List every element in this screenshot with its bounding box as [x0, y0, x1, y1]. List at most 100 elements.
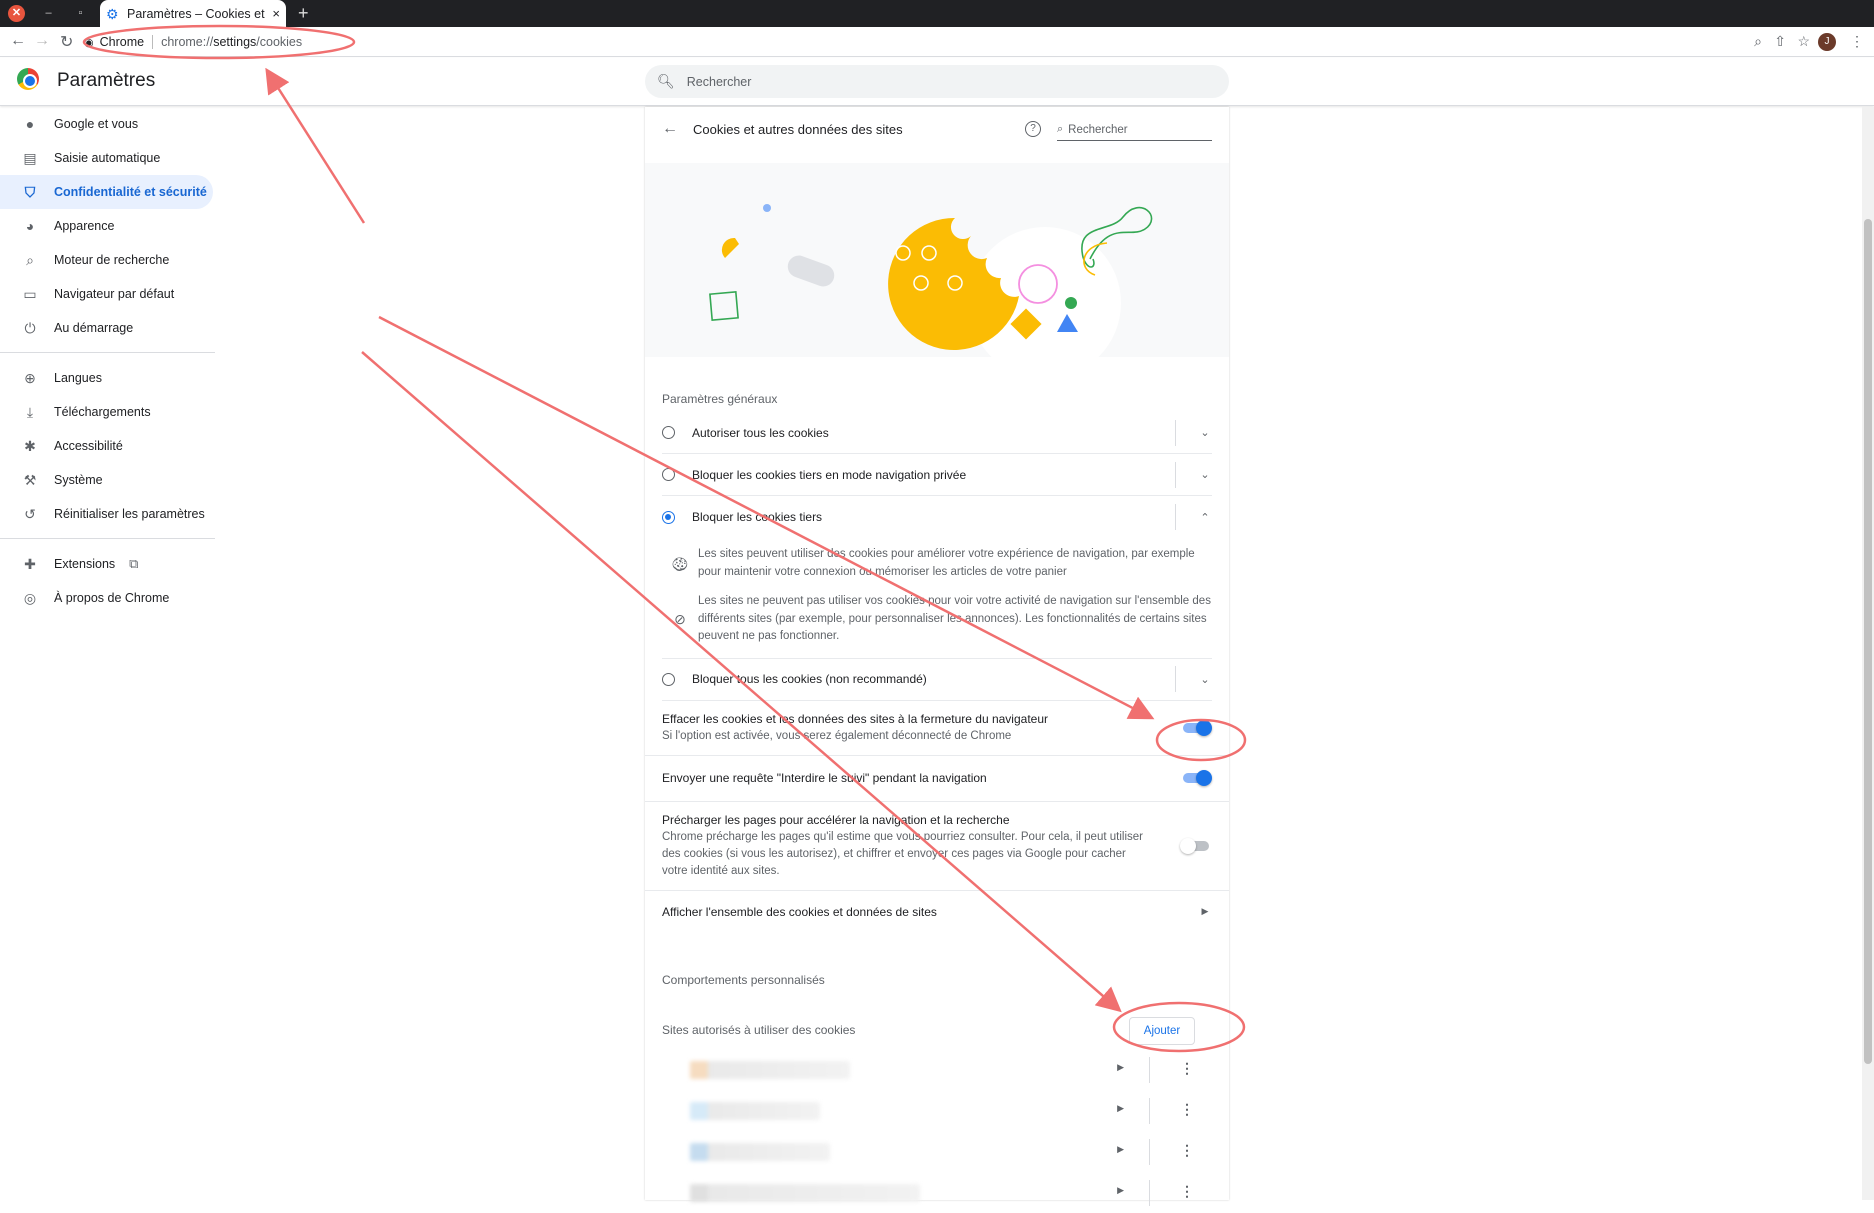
clear-on-exit-toggle[interactable] — [1183, 719, 1212, 736]
toggle-sublabel: Chrome précharge les pages qu'il estime … — [662, 830, 1143, 877]
preload-row[interactable]: Précharger les pages pour accélérer la n… — [645, 802, 1229, 891]
zoom-icon[interactable]: ⌕ — [1754, 33, 1762, 50]
browser-tab[interactable]: ⚙ Paramètres – Cookies et a × — [100, 0, 286, 27]
sidebar-item-reset[interactable]: ↺ Réinitialiser les paramètres — [0, 497, 215, 531]
do-not-track-row[interactable]: Envoyer une requête "Interdire le suivi"… — [645, 756, 1229, 802]
sidebar-item-about[interactable]: ◎ À propos de Chrome — [0, 581, 215, 615]
cookie-illustration-graphic — [709, 204, 1153, 357]
cookies-illustration — [645, 163, 1229, 357]
option-block-incognito[interactable]: Bloquer les cookies tiers en mode naviga… — [662, 454, 1212, 496]
allowed-sites-heading: Sites autorisés à utiliser des cookies — [662, 1022, 856, 1037]
external-link-icon: ⧉ — [129, 556, 139, 571]
toggle-label: Effacer les cookies et les données des s… — [662, 711, 1048, 726]
settings-search-input[interactable]: 🔍︎ Rechercher — [645, 65, 1229, 98]
more-actions-icon[interactable]: ⋮ — [1180, 1060, 1194, 1076]
chevron-down-icon[interactable]: ⌄ — [1198, 426, 1212, 439]
add-site-button[interactable]: Ajouter — [1129, 1016, 1195, 1045]
allowed-sites-header: Sites autorisés à utiliser des cookies A… — [662, 1011, 1212, 1049]
radio-button[interactable] — [662, 672, 675, 686]
sidebar-item-languages[interactable]: ⊕ Langues — [0, 361, 215, 395]
sidebar-item-downloads[interactable]: ⤓ Téléchargements — [0, 395, 215, 429]
settings-sidebar: ● Google et vous ▤ Saisie automatique ⛉ Con… — [0, 107, 215, 615]
chevron-right-icon[interactable]: ▶ — [1117, 1103, 1124, 1114]
sidebar-item-accessibility[interactable]: ✱ Accessibilité — [0, 429, 215, 463]
forward-arrow-icon[interactable]: → — [34, 32, 50, 50]
detail-text: Les sites ne peuvent pas utiliser vos co… — [698, 595, 1211, 642]
more-actions-icon[interactable]: ⋮ — [1180, 1101, 1194, 1117]
chevron-right-icon[interactable]: ▶ — [1117, 1062, 1124, 1073]
radio-button[interactable] — [662, 468, 675, 481]
page-scrollbar[interactable] — [1862, 107, 1874, 1200]
cookie-icon: 🍪︎ — [671, 556, 689, 572]
menu-kebab-icon[interactable]: ⋮ — [1850, 33, 1864, 50]
site-list-item[interactable]: ▶ ⋮ — [662, 1131, 1212, 1172]
back-arrow-icon[interactable]: ← — [662, 120, 678, 138]
reload-icon[interactable]: ↻ — [60, 32, 73, 52]
chevron-right-icon[interactable]: ▶ — [1117, 1144, 1124, 1155]
blurred-site-entry — [690, 1101, 820, 1120]
scrollbar-thumb[interactable] — [1864, 219, 1872, 1064]
new-tab-button[interactable]: + — [298, 3, 309, 24]
more-actions-icon[interactable]: ⋮ — [1180, 1142, 1194, 1158]
clipboard-icon: ▤ — [23, 149, 37, 166]
back-arrow-icon[interactable]: ← — [10, 32, 26, 50]
sidebar-item-label: Réinitialiser les paramètres — [54, 507, 205, 521]
url-text: chrome://settings/cookies — [161, 35, 302, 49]
help-icon[interactable]: ? — [1025, 121, 1041, 137]
chrome-icon: ◎ — [23, 589, 37, 606]
option-block-third-party[interactable]: Bloquer les cookies tiers ⌃ — [662, 496, 1212, 538]
chevron-right-icon: ▶ — [1201, 906, 1209, 916]
more-actions-icon[interactable]: ⋮ — [1180, 1183, 1194, 1199]
site-chip-label: Chrome — [99, 35, 145, 49]
site-list-item[interactable]: ▶ ⋮ — [662, 1049, 1212, 1090]
radio-button[interactable] — [662, 426, 675, 439]
sidebar-item-label: Apparence — [54, 219, 115, 233]
address-bar[interactable]: ◉ Chrome chrome://settings/cookies — [84, 30, 302, 54]
sidebar-item-extensions[interactable]: ✚ Extensions ⧉ — [0, 547, 215, 581]
see-all-cookies-row[interactable]: Afficher l'ensemble des cookies et donné… — [662, 891, 1212, 933]
bookmark-star-icon[interactable]: ☆ — [1797, 33, 1810, 50]
sidebar-item-appearance[interactable]: ◕ Apparence — [0, 209, 215, 243]
chevron-up-icon[interactable]: ⌃ — [1198, 511, 1212, 524]
row-separator — [1175, 461, 1176, 488]
window-close-button[interactable]: ✕ — [8, 5, 25, 22]
site-list-item[interactable]: ▶ ⋮ — [662, 1090, 1212, 1131]
profile-avatar[interactable]: J — [1818, 33, 1836, 51]
sidebar-item-autofill[interactable]: ▤ Saisie automatique — [0, 141, 215, 175]
site-info-chip[interactable]: ◉ Chrome — [84, 35, 154, 49]
sidebar-item-label: Google et vous — [54, 117, 139, 131]
do-not-track-toggle[interactable] — [1183, 770, 1212, 786]
option-details: 🍪︎ Les sites peuvent utiliser des cookie… — [662, 538, 1212, 659]
window-maximize-button[interactable]: ▫ — [72, 5, 89, 22]
chevron-right-icon[interactable]: ▶ — [1117, 1185, 1124, 1196]
block-icon: ⊘ — [674, 611, 686, 627]
row-separator — [1175, 504, 1176, 530]
sidebar-item-startup[interactable]: ⏻ Au démarrage — [0, 311, 215, 345]
tab-close-button[interactable]: × — [272, 6, 280, 21]
puzzle-icon: ✚ — [24, 555, 36, 572]
option-allow-all[interactable]: Autoriser tous les cookies ⌄ — [662, 412, 1212, 454]
radio-button-selected[interactable] — [662, 510, 675, 524]
sidebar-item-search-engine[interactable]: ⌕ Moteur de recherche — [0, 243, 215, 277]
sidebar-item-privacy[interactable]: ⛉ Confidentialité et sécurité — [0, 175, 213, 209]
settings-header: Paramètres 🔍︎ Rechercher — [0, 58, 1874, 106]
window-minimize-button[interactable]: – — [40, 5, 57, 22]
clear-on-exit-row[interactable]: Effacer les cookies et les données des s… — [645, 701, 1229, 756]
general-settings-heading: Paramètres généraux — [662, 392, 778, 406]
row-separator — [1175, 419, 1176, 446]
tab-title: Paramètres – Cookies et a — [127, 6, 269, 21]
sidebar-item-default-browser[interactable]: ▭ Navigateur par défaut — [0, 277, 215, 311]
sidebar-item-google[interactable]: ● Google et vous — [0, 107, 215, 141]
chevron-down-icon[interactable]: ⌄ — [1198, 468, 1212, 481]
share-icon[interactable]: ⇧ — [1774, 33, 1786, 50]
preload-toggle[interactable] — [1180, 837, 1209, 854]
option-block-all[interactable]: Bloquer tous les cookies (non recommandé… — [662, 659, 1212, 701]
site-favicon — [690, 1183, 708, 1202]
restore-icon: ↺ — [24, 505, 36, 522]
sidebar-item-system[interactable]: ⚒ Système — [0, 463, 215, 497]
chevron-down-icon[interactable]: ⌄ — [1198, 673, 1212, 686]
toggle-label: Envoyer une requête "Interdire le suivi"… — [662, 770, 987, 785]
wrench-icon: ⚒ — [23, 471, 37, 488]
cookies-search-input[interactable]: ⌕ Rechercher — [1057, 119, 1212, 141]
site-list-item[interactable]: ▶ ⋮ — [662, 1172, 1212, 1213]
